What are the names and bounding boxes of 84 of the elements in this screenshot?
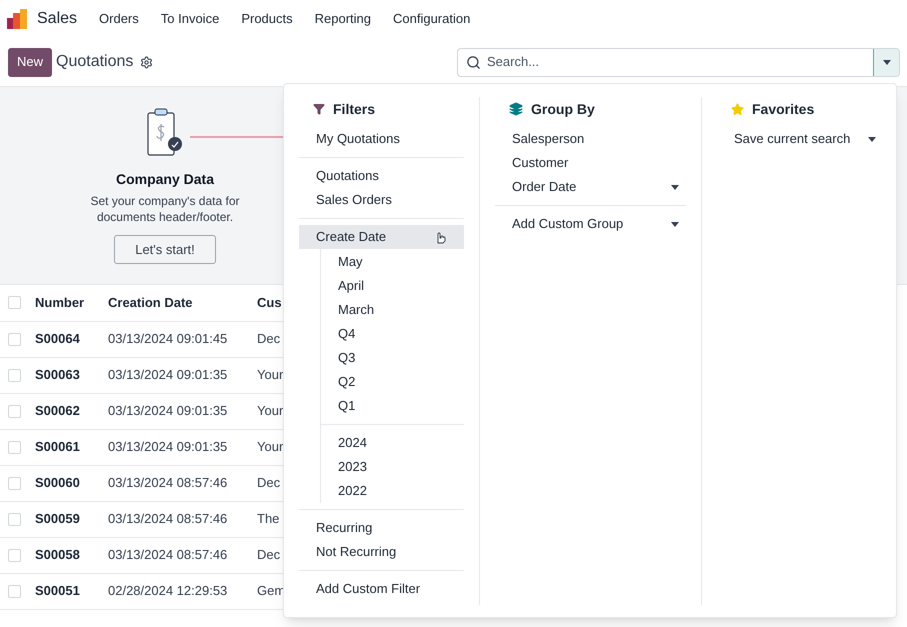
table-cell: 03/13/2024 09:01:35 <box>108 367 228 382</box>
new-button[interactable]: New <box>8 48 52 76</box>
group-by-option[interactable]: Order Date <box>495 175 686 199</box>
filter-option[interactable]: Not Recurring <box>299 540 464 564</box>
column-header[interactable]: Cus <box>257 295 282 310</box>
menu-item[interactable]: To Invoice <box>160 9 220 29</box>
search-bar[interactable]: Search... <box>457 48 900 76</box>
column-header[interactable]: Number <box>35 295 84 310</box>
menu-item[interactable]: Products <box>241 9 293 29</box>
settings-icon[interactable] <box>140 56 154 68</box>
search-options-button[interactable] <box>873 48 899 76</box>
table-cell: S00063 <box>35 367 80 382</box>
table-cell: Your <box>257 439 284 454</box>
filter-option[interactable]: 2024 <box>321 431 464 455</box>
table-cell: S00064 <box>35 331 80 346</box>
column-title: Filters <box>333 100 376 118</box>
table-cell: 03/13/2024 09:01:35 <box>108 403 228 418</box>
filter-option[interactable]: Recurring <box>299 516 464 540</box>
filter-option[interactable]: Q3 <box>321 346 464 370</box>
caret-icon <box>882 60 890 64</box>
table-cell: S00059 <box>35 511 80 526</box>
filter-option[interactable]: Q2 <box>321 370 464 394</box>
filter-option[interactable]: 2023 <box>321 455 464 479</box>
row-checkbox[interactable] <box>8 404 21 418</box>
start-button[interactable]: Let's start! <box>114 235 216 264</box>
group-by-option[interactable]: Salesperson <box>495 127 686 151</box>
column-title: Group By <box>531 100 595 119</box>
table-cell: S00058 <box>35 547 80 562</box>
filter-option[interactable]: April <box>321 274 464 298</box>
table-cell: Dec <box>257 547 280 562</box>
group-by-option[interactable]: Customer <box>495 151 686 175</box>
table-cell: Your <box>257 367 284 382</box>
table-cell: 03/13/2024 09:01:45 <box>108 331 228 346</box>
filter-option[interactable]: Add Custom Filter <box>299 577 464 601</box>
caret-icon <box>868 136 876 142</box>
row-checkbox[interactable] <box>8 368 21 382</box>
table-cell: 03/13/2024 09:01:35 <box>108 439 228 454</box>
menu-item[interactable]: Orders <box>99 9 139 29</box>
caret-icon <box>671 222 679 226</box>
filter-icon <box>313 103 325 115</box>
filter-option[interactable]: May <box>321 250 464 274</box>
row-checkbox[interactable] <box>8 332 21 346</box>
group-by-option[interactable]: Add Custom Group <box>495 212 686 236</box>
app-logo-icon[interactable] <box>7 9 27 29</box>
filter-option[interactable]: Quotations <box>299 164 464 188</box>
table-cell: 03/13/2024 08:57:46 <box>108 511 228 526</box>
row-checkbox[interactable] <box>8 440 21 454</box>
filter-option[interactable]: Q4 <box>321 322 464 346</box>
filter-option[interactable]: My Quotations <box>299 127 464 151</box>
caret-icon <box>671 184 679 190</box>
table-cell: 03/13/2024 08:57:46 <box>108 547 228 562</box>
banner-title: Company Data <box>116 170 214 189</box>
row-checkbox[interactable] <box>8 512 21 526</box>
search-icon <box>466 54 481 70</box>
banner-text: Set your company's data for documents header/footer. <box>89 193 241 225</box>
star-icon <box>731 102 744 116</box>
column-header[interactable]: Creation Date <box>108 295 193 310</box>
filter-option[interactable]: Q1 <box>321 394 464 418</box>
layers-icon <box>509 102 523 116</box>
table-cell: Your <box>257 403 284 418</box>
table-cell: 03/13/2024 08:57:46 <box>108 475 228 490</box>
filter-option[interactable]: Create Date <box>299 225 464 249</box>
page-title: Quotations <box>56 52 134 72</box>
table-cell: S00060 <box>35 475 80 490</box>
menu-item[interactable]: Configuration <box>393 9 470 29</box>
search-field[interactable]: Search... <box>487 52 873 72</box>
row-checkbox[interactable] <box>8 548 21 562</box>
table-cell: S00051 <box>35 583 80 598</box>
column-title: Favorites <box>752 100 814 118</box>
select-all-checkbox[interactable] <box>8 296 21 310</box>
row-checkbox[interactable] <box>8 584 21 598</box>
filter-option[interactable]: 2022 <box>321 479 464 503</box>
table-cell: Dec <box>257 475 280 490</box>
table-cell: S00061 <box>35 439 80 454</box>
filter-option[interactable]: March <box>321 298 464 322</box>
table-cell: 02/28/2024 12:29:53 <box>108 583 228 598</box>
table-cell: Dec <box>257 331 280 346</box>
favorite-option[interactable]: Save current search <box>717 127 881 151</box>
app-name[interactable]: Sales <box>37 7 78 31</box>
filter-option[interactable]: Sales Orders <box>299 188 464 212</box>
row-checkbox[interactable] <box>8 476 21 490</box>
table-cell: The <box>257 511 280 526</box>
table-cell: S00062 <box>35 403 80 418</box>
menu-item[interactable]: Reporting <box>314 9 371 29</box>
